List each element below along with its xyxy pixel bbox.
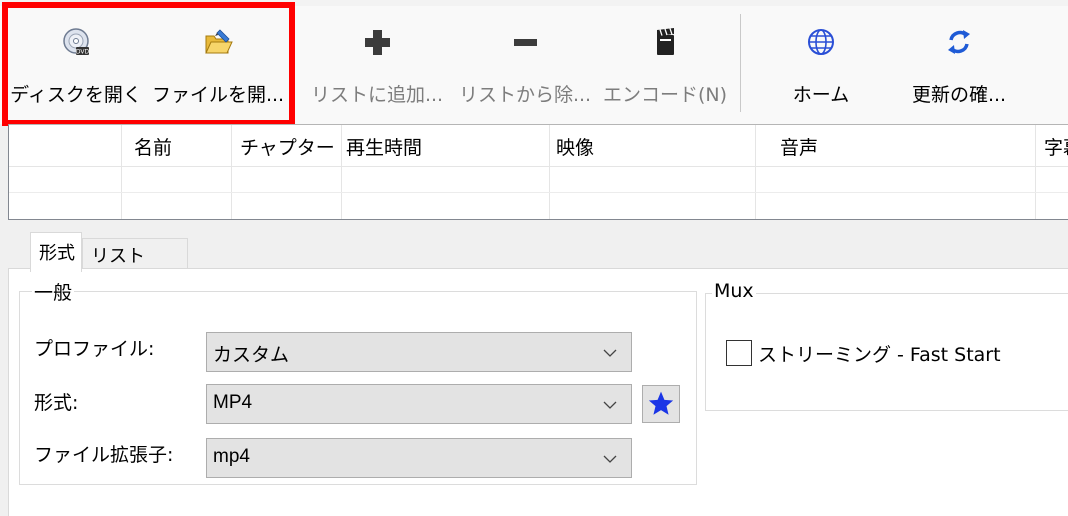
- profile-select[interactable]: カスタム: [206, 332, 632, 372]
- favorite-button[interactable]: [642, 385, 680, 423]
- column-duration-label: 再生時間: [346, 137, 423, 159]
- disc-icon: DVD: [63, 28, 90, 56]
- column-header-subtitles[interactable]: 字幕: [1035, 125, 1068, 219]
- column-audio-label: 音声: [780, 137, 819, 159]
- column-header-video[interactable]: 映像: [549, 125, 755, 219]
- column-video-label: 映像: [556, 137, 595, 159]
- check-updates-label: 更新の確...: [911, 84, 1007, 106]
- star-icon: [648, 391, 674, 415]
- extension-label: ファイル拡張子:: [34, 444, 174, 466]
- checkbox-box[interactable]: [726, 340, 752, 366]
- minus-icon: [514, 39, 537, 46]
- toolbar: DVD ディスクを開く ファイルを開... リストに追加... リストから除..…: [0, 6, 1068, 124]
- chevron-down-icon: [603, 349, 617, 357]
- format-select[interactable]: MP4: [206, 384, 632, 424]
- column-header-chapter[interactable]: チャプター: [231, 125, 341, 219]
- svg-text:DVD: DVD: [76, 49, 90, 56]
- remove-from-list-label: リストから除...: [458, 84, 592, 106]
- general-group: 一般 プロファイル: カスタム 形式: MP4 ファイル拡張子: mp4: [19, 278, 697, 485]
- streaming-fast-start-checkbox[interactable]: ストリーミング - Fast Start: [726, 338, 1046, 368]
- folder-open-icon: [205, 29, 233, 54]
- open-file-button[interactable]: ファイルを開...: [148, 16, 288, 116]
- extension-value: mp4: [213, 446, 250, 467]
- tab-list-label: リスト: [91, 246, 145, 267]
- format-panel: 一般 プロファイル: カスタム 形式: MP4 ファイル拡張子: mp4 Mux…: [8, 268, 1068, 516]
- column-header-name[interactable]: 名前: [121, 125, 231, 219]
- column-subtitles-label: 字幕: [1044, 137, 1068, 159]
- profile-value: カスタム: [213, 344, 290, 366]
- open-disc-label: ディスクを開く: [10, 84, 142, 106]
- chevron-down-icon: [603, 455, 617, 463]
- plus-icon: [365, 30, 390, 55]
- open-disc-button[interactable]: DVD ディスクを開く: [0, 16, 152, 116]
- format-value: MP4: [213, 392, 253, 413]
- column-header-audio[interactable]: 音声: [755, 125, 1035, 219]
- streaming-fast-start-label: ストリーミング - Fast Start: [758, 344, 1001, 366]
- toolbar-separator: [740, 14, 741, 112]
- check-updates-button[interactable]: 更新の確...: [890, 16, 1028, 116]
- open-file-label: ファイルを開...: [151, 84, 285, 106]
- add-to-list-button[interactable]: リストに追加...: [302, 16, 452, 116]
- tab-list[interactable]: リスト: [82, 238, 188, 270]
- encode-label: エンコード(N): [602, 84, 728, 106]
- column-chapter-label: チャプター: [240, 137, 335, 159]
- clapperboard-icon: [657, 28, 674, 55]
- profile-label: プロファイル:: [34, 338, 155, 360]
- encode-button[interactable]: エンコード(N): [594, 16, 736, 116]
- table-row: [9, 192, 1068, 193]
- globe-icon: [808, 29, 834, 55]
- general-legend: 一般: [32, 278, 75, 305]
- home-button[interactable]: ホーム: [756, 16, 886, 116]
- column-header-duration[interactable]: 再生時間: [341, 125, 549, 219]
- tab-format-label: 形式: [39, 243, 75, 264]
- extension-select[interactable]: mp4: [206, 438, 632, 478]
- format-label: 形式:: [34, 392, 79, 414]
- chevron-down-icon: [603, 401, 617, 409]
- mux-group: Mux ストリーミング - Fast Start: [705, 280, 1068, 411]
- column-checkbox: [9, 125, 121, 219]
- refresh-icon: [948, 30, 970, 54]
- add-to-list-label: リストに追加...: [310, 84, 444, 106]
- tab-format[interactable]: 形式: [30, 232, 82, 272]
- mux-legend: Mux: [712, 280, 756, 302]
- column-name-label: 名前: [134, 137, 173, 159]
- titles-table[interactable]: 名前 チャプター 再生時間 映像 音声 字幕: [8, 124, 1068, 220]
- remove-from-list-button[interactable]: リストから除...: [450, 16, 600, 116]
- home-label: ホーム: [792, 84, 850, 106]
